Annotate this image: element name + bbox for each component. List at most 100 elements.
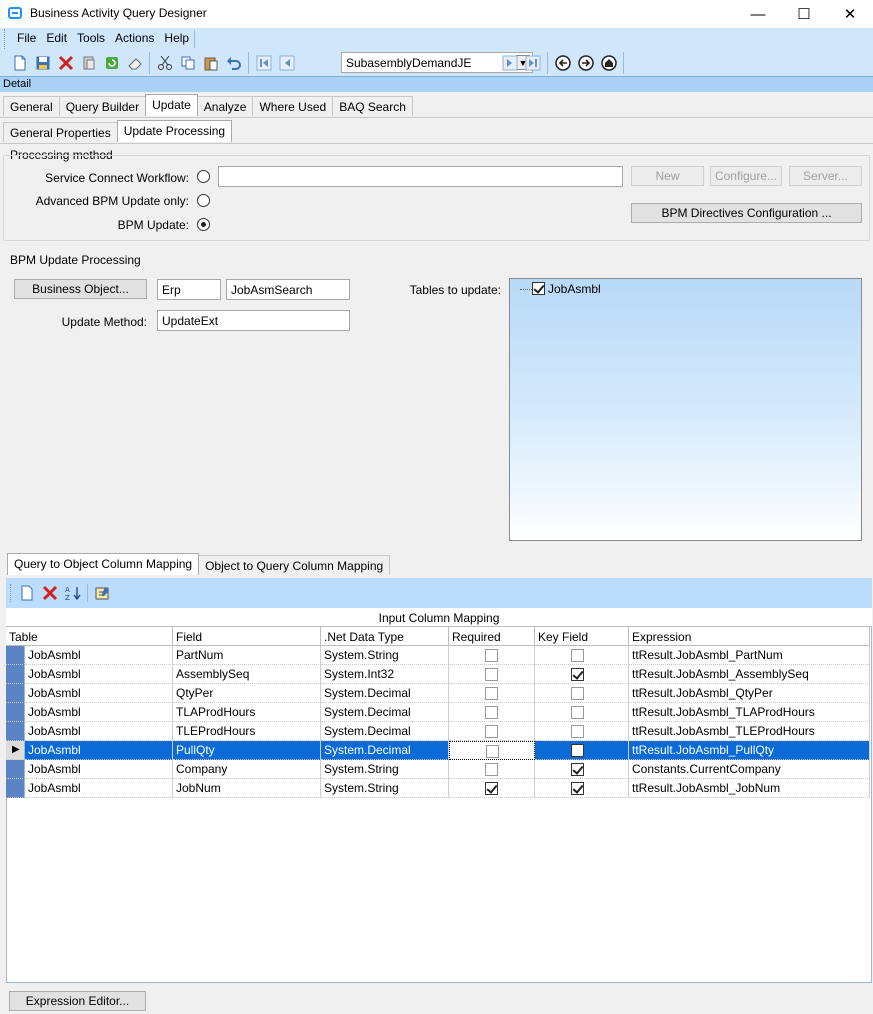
cell-key-field[interactable] (535, 684, 629, 703)
key-field-checkbox[interactable] (571, 725, 584, 738)
cell-type[interactable]: System.Decimal (321, 684, 449, 703)
table-row[interactable]: JobAsmbl PartNum System.String ttResult.… (6, 646, 870, 665)
table-jobasmbl-checkbox[interactable] (532, 282, 545, 295)
attach-button[interactable] (77, 52, 100, 74)
key-field-checkbox[interactable] (571, 668, 584, 681)
required-checkbox[interactable] (485, 668, 498, 681)
cell-key-field[interactable] (535, 760, 629, 779)
previous-record-button[interactable] (275, 52, 298, 74)
undo-button[interactable] (222, 52, 245, 74)
grid-sort-button[interactable]: AZ (61, 582, 84, 604)
cell-key-field[interactable] (535, 722, 629, 741)
cell-required[interactable] (449, 741, 535, 760)
cell-table[interactable]: JobAsmbl (25, 741, 173, 760)
workflow-input[interactable] (218, 166, 623, 187)
cell-table[interactable]: JobAsmbl (25, 684, 173, 703)
key-field-checkbox[interactable] (571, 744, 584, 757)
cell-required[interactable] (449, 646, 535, 665)
key-field-checkbox[interactable] (571, 706, 584, 719)
cell-key-field[interactable] (535, 703, 629, 722)
update-method-field[interactable]: UpdateExt (157, 310, 350, 331)
cell-expression[interactable]: ttResult.JobAsmbl_AssemblySeq (629, 665, 870, 684)
col-header-net-data-type[interactable]: .Net Data Type (321, 627, 449, 646)
cell-type[interactable]: System.Int32 (321, 665, 449, 684)
refresh-button[interactable] (100, 52, 123, 74)
grid-edit-button[interactable] (91, 582, 114, 604)
table-row[interactable]: JobAsmbl AssemblySeq System.Int32 ttResu… (6, 665, 870, 684)
cut-button[interactable] (153, 52, 176, 74)
cell-field[interactable]: TLEProdHours (173, 722, 321, 741)
menu-actions[interactable]: Actions (110, 29, 159, 49)
cell-table[interactable]: JobAsmbl (25, 665, 173, 684)
row-selector[interactable] (6, 703, 25, 722)
tab-query-builder[interactable]: Query Builder (58, 96, 147, 116)
row-selector[interactable] (6, 646, 25, 665)
expression-editor-button[interactable]: Expression Editor... (9, 991, 146, 1011)
tab-where-used[interactable]: Where Used (252, 96, 334, 116)
key-field-checkbox[interactable] (571, 763, 584, 776)
cell-expression[interactable]: ttResult.JobAsmbl_PartNum (629, 646, 870, 665)
col-header-required[interactable]: Required (449, 627, 535, 646)
row-selector[interactable] (6, 779, 25, 798)
required-checkbox[interactable] (485, 782, 498, 795)
table-row[interactable]: JobAsmbl TLEProdHours System.Decimal ttR… (6, 722, 870, 741)
table-row[interactable]: JobAsmbl TLAProdHours System.Decimal ttR… (6, 703, 870, 722)
forward-button[interactable] (574, 52, 597, 74)
cell-type[interactable]: System.Decimal (321, 703, 449, 722)
cell-required[interactable] (449, 760, 535, 779)
cell-required[interactable] (449, 703, 535, 722)
required-checkbox[interactable] (485, 687, 498, 700)
tab-general-properties[interactable]: General Properties (3, 122, 118, 142)
col-header-expression[interactable]: Expression (629, 627, 870, 646)
required-checkbox[interactable] (485, 649, 498, 662)
clear-button[interactable] (123, 52, 146, 74)
advanced-bpm-radio[interactable] (197, 194, 210, 207)
menu-edit[interactable]: Edit (41, 29, 72, 49)
grid-new-row-button[interactable] (15, 582, 38, 604)
tab-query-to-object-mapping[interactable]: Query to Object Column Mapping (7, 553, 200, 575)
table-row[interactable]: JobAsmbl Company System.String Constants… (6, 760, 870, 779)
service-connect-radio[interactable] (197, 170, 210, 183)
required-checkbox[interactable] (485, 706, 498, 719)
minimize-button[interactable]: — (735, 0, 781, 28)
first-record-button[interactable] (252, 52, 275, 74)
col-header-table[interactable]: Table (6, 627, 173, 646)
row-selector[interactable] (6, 722, 25, 741)
cell-field[interactable]: TLAProdHours (173, 703, 321, 722)
bpm-update-radio[interactable] (197, 218, 210, 231)
cell-table[interactable]: JobAsmbl (25, 760, 173, 779)
key-field-checkbox[interactable] (571, 782, 584, 795)
cell-required[interactable] (449, 665, 535, 684)
cell-field[interactable]: PullQty (173, 741, 321, 760)
cell-required[interactable] (449, 684, 535, 703)
cell-table[interactable]: JobAsmbl (25, 646, 173, 665)
save-button[interactable] (31, 52, 54, 74)
table-row[interactable]: JobAsmbl JobNum System.String ttResult.J… (6, 779, 870, 798)
cell-type[interactable]: System.String (321, 779, 449, 798)
cell-type[interactable]: System.String (321, 760, 449, 779)
cell-expression[interactable]: ttResult.JobAsmbl_QtyPer (629, 684, 870, 703)
tables-to-update-tree[interactable]: JobAsmbl (509, 278, 862, 541)
cell-expression[interactable]: ttResult.JobAsmbl_PullQty (629, 741, 870, 760)
grid-delete-row-button[interactable] (38, 582, 61, 604)
new-button[interactable] (8, 52, 31, 74)
cell-field[interactable]: PartNum (173, 646, 321, 665)
col-header-key-field[interactable]: Key Field (535, 627, 629, 646)
bpm-directives-button[interactable]: BPM Directives Configuration ... (631, 203, 862, 223)
new-workflow-button[interactable]: New (631, 166, 704, 186)
cell-table[interactable]: JobAsmbl (25, 703, 173, 722)
required-checkbox[interactable] (485, 763, 498, 776)
table-row-selected[interactable]: ▶ JobAsmbl PullQty System.Decimal ttResu… (6, 741, 870, 760)
tab-update[interactable]: Update (145, 94, 198, 116)
configure-button[interactable]: Configure... (710, 166, 782, 186)
server-button[interactable]: Server... (789, 166, 862, 186)
last-record-button[interactable] (521, 52, 544, 74)
cell-table[interactable]: JobAsmbl (25, 722, 173, 741)
key-field-checkbox[interactable] (571, 687, 584, 700)
cell-field[interactable]: JobNum (173, 779, 321, 798)
cell-field[interactable]: Company (173, 760, 321, 779)
key-field-checkbox[interactable] (571, 649, 584, 662)
tab-analyze[interactable]: Analyze (196, 96, 254, 116)
required-checkbox[interactable] (486, 745, 499, 758)
cell-table[interactable]: JobAsmbl (25, 779, 173, 798)
